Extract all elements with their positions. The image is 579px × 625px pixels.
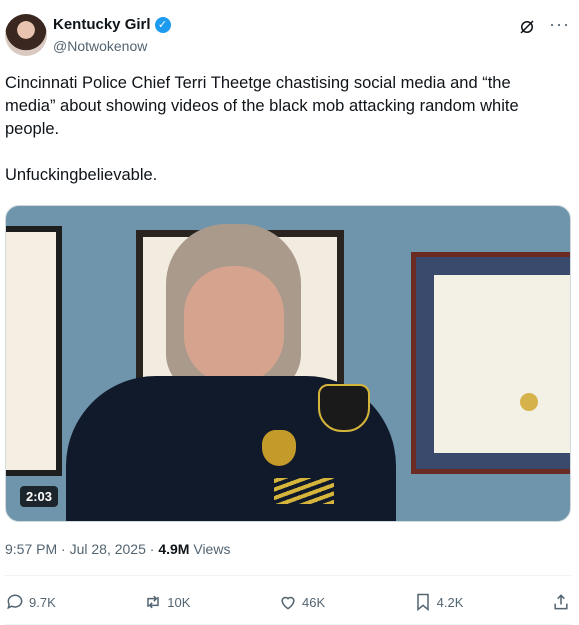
bookmark-count: 4.2K [436,594,464,610]
police-patch [318,384,370,432]
reply-count: 9.7K [29,594,56,610]
repost-count: 10K [167,594,191,610]
views-label: Views [193,541,231,557]
tweet-paragraph: Cincinnati Police Chief Terri Theetge ch… [5,74,519,138]
repost-button[interactable]: 10K [143,592,190,612]
meta-separator: · [145,541,159,557]
tweet-date[interactable]: Jul 28, 2025 [70,541,146,557]
like-count: 46K [301,594,326,610]
like-button[interactable]: 46K [278,592,325,612]
author-name-row: Kentucky Girl ✓ [53,16,171,33]
video-duration: 2:03 [20,486,59,507]
author-handle[interactable]: @Notwokenow [53,38,147,54]
more-icon[interactable]: ··· [549,14,570,35]
sleeve-stripes [274,478,334,504]
tweet-meta: 9:57 PM · Jul 28, 2025 · 4.9M Views [5,541,230,557]
certificate-seal [520,393,538,411]
police-badge [262,430,296,466]
person-face [184,266,284,384]
tweet-time[interactable]: 9:57 PM [5,541,57,557]
author-name[interactable]: Kentucky Girl [53,16,151,33]
wall-frame [6,226,62,476]
views-count: 4.9M [158,541,190,557]
reply-button[interactable]: 9.7K [5,592,56,612]
tweet-header: Kentucky Girl ✓ @Notwokenow ··· [5,10,574,60]
share-icon [554,594,568,610]
tweet-paragraph: Unfuckingbelievable. [5,166,158,184]
video-player[interactable]: 2:03 [5,205,571,522]
heart-icon [281,596,295,610]
action-bar: 9.7K 10K 46K 4.2K [5,588,571,616]
avatar[interactable] [5,14,47,56]
divider [5,575,571,576]
repost-icon [147,595,160,609]
meta-separator: · [57,541,70,557]
certificate-frame [411,252,570,474]
tweet-text: Cincinnati Police Chief Terri Theetge ch… [5,72,560,187]
reply-icon [7,594,23,610]
bookmark-icon [416,593,429,612]
bookmark-button[interactable]: 4.2K [413,592,464,612]
share-button[interactable] [551,592,571,612]
certificate [434,275,570,453]
grok-icon[interactable] [518,18,536,36]
verified-badge-icon: ✓ [154,16,171,33]
